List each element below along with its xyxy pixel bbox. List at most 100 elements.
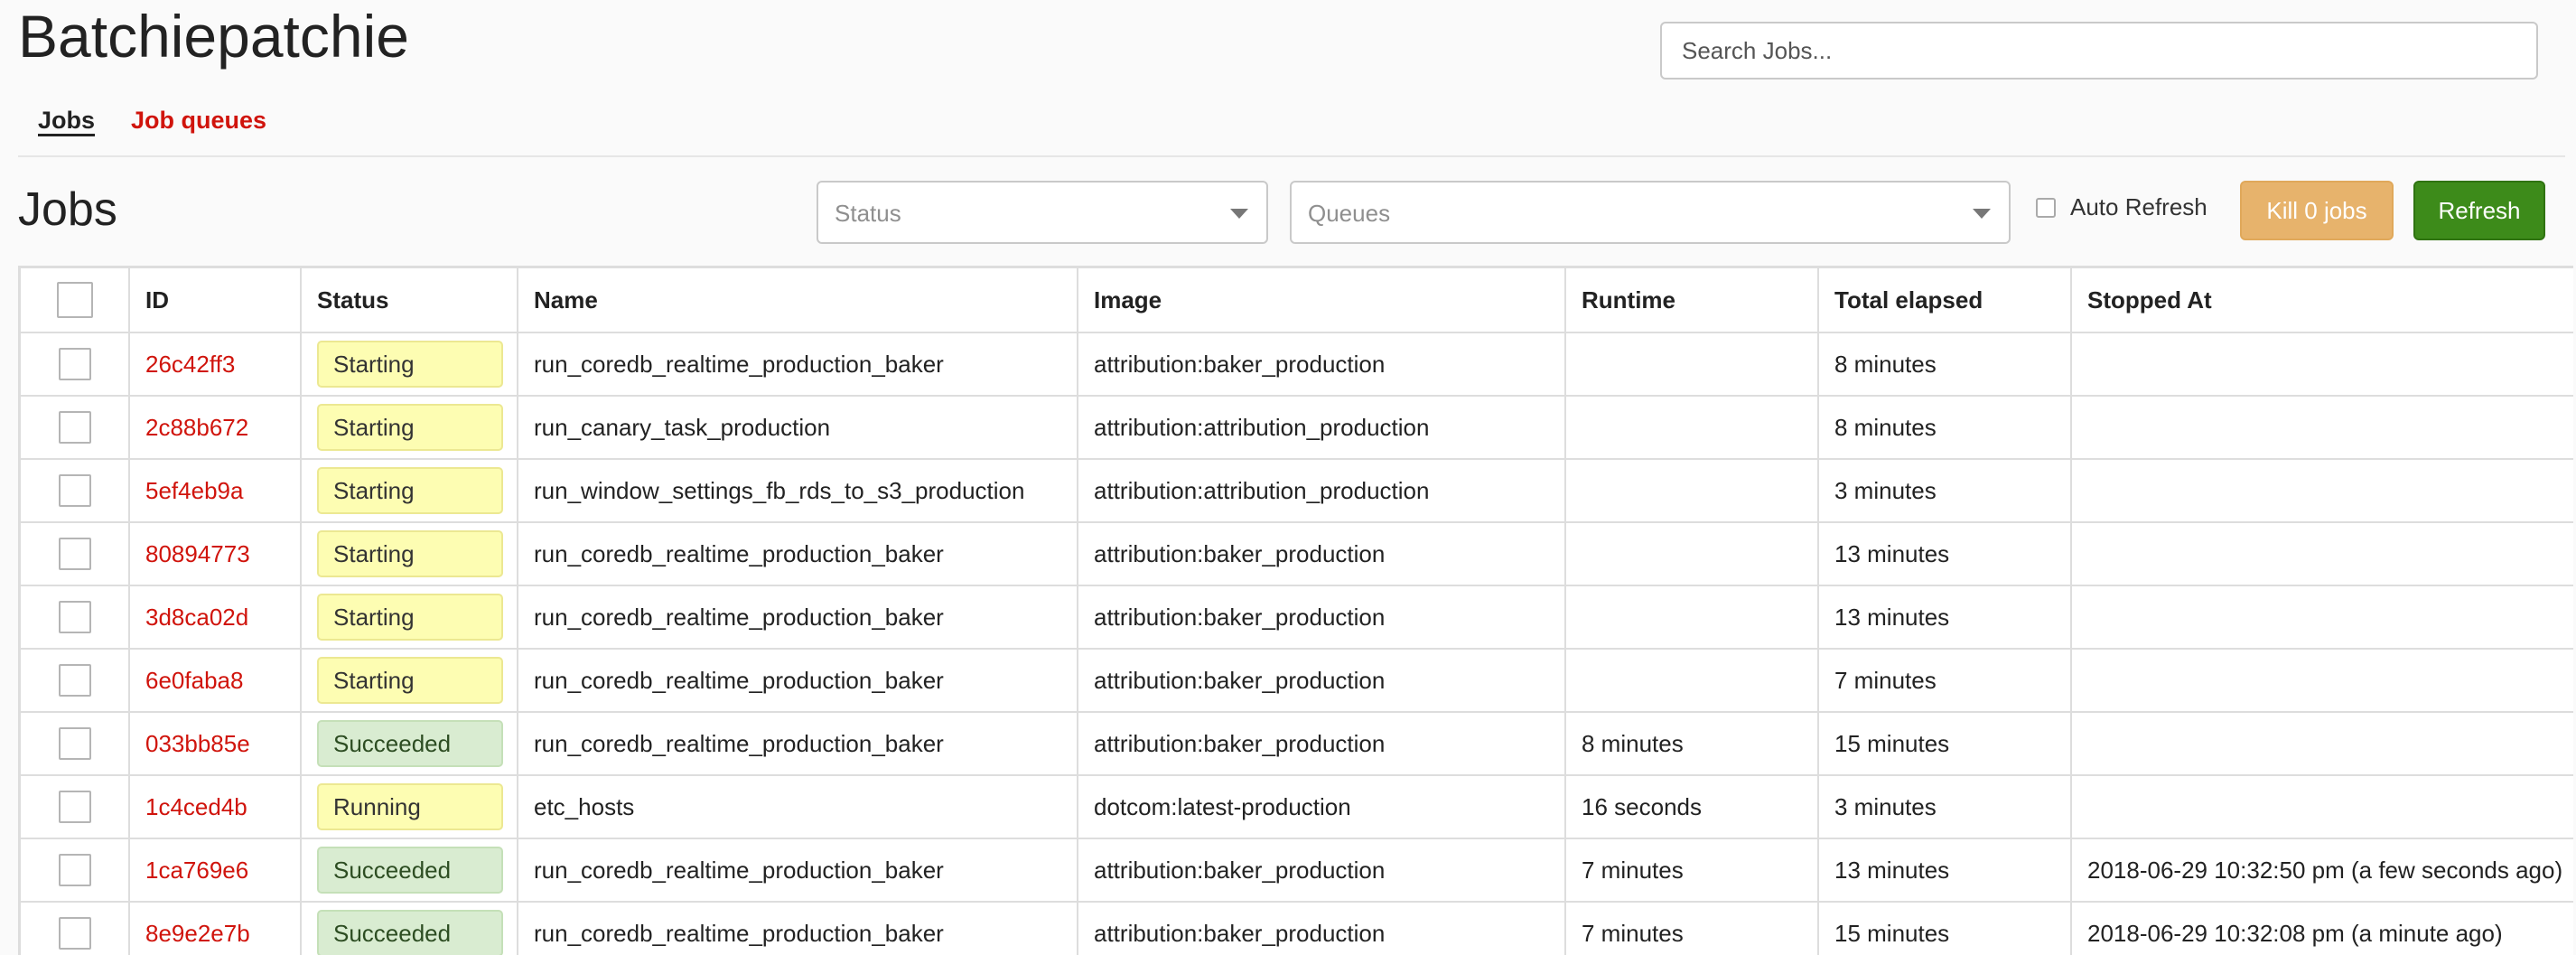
row-select-checkbox[interactable] <box>58 854 91 886</box>
job-total-elapsed-cell: 7 minutes <box>1818 649 2072 713</box>
job-runtime-cell: 16 seconds <box>1565 775 1819 839</box>
row-select-checkbox[interactable] <box>58 411 91 444</box>
job-id-cell: 033bb85e <box>129 712 302 776</box>
job-id-cell: 2c88b672 <box>129 396 302 460</box>
column-header-name[interactable]: Name <box>518 268 1078 333</box>
auto-refresh-checkbox[interactable] <box>2036 197 2056 218</box>
job-id-link[interactable]: 6e0faba8 <box>145 667 243 694</box>
chevron-down-icon <box>1230 209 1248 219</box>
row-select-checkbox[interactable] <box>58 727 91 760</box>
nav-tab-job-queues[interactable]: Job queues <box>131 107 266 135</box>
row-select-checkbox[interactable] <box>58 664 91 697</box>
job-id-link[interactable]: 1ca769e6 <box>145 857 248 884</box>
job-total-elapsed-cell: 15 minutes <box>1818 712 2072 776</box>
search-box[interactable] <box>1660 22 2538 80</box>
job-image-cell: attribution:baker_production <box>1078 522 1566 586</box>
job-id-link[interactable]: 1c4ced4b <box>145 793 247 820</box>
job-status-cell: Starting <box>301 459 518 523</box>
job-stopped-at-cell <box>2071 332 2573 397</box>
table-row: 8e9e2e7b Succeeded run_coredb_realtime_pro… <box>21 902 2573 955</box>
job-stopped-at-cell: 2018-06-29 10:32:08 pm (a minute ago) <box>2071 902 2573 955</box>
row-select-checkbox[interactable] <box>58 791 91 823</box>
row-select-cell <box>21 522 130 586</box>
kill-jobs-button[interactable]: Kill 0 jobs <box>2240 181 2394 240</box>
job-name-cell: run_coredb_realtime_production_baker <box>518 585 1078 650</box>
queues-filter-placeholder: Queues <box>1308 200 1391 227</box>
row-select-cell <box>21 838 130 903</box>
status-badge: Starting <box>317 467 503 514</box>
job-status-cell: Starting <box>301 585 518 650</box>
job-stopped-at-cell <box>2071 649 2573 713</box>
job-id-link[interactable]: 80894773 <box>145 540 250 567</box>
job-id-link[interactable]: 3d8ca02d <box>145 604 248 631</box>
job-total-elapsed-cell: 8 minutes <box>1818 396 2072 460</box>
table-row: 1c4ced4b Running etc_hosts dotcom:latest-pr… <box>21 775 2573 839</box>
job-id-link[interactable]: 2c88b672 <box>145 414 248 441</box>
job-name-cell: run_coredb_realtime_production_baker <box>518 649 1078 713</box>
job-total-elapsed-cell: 13 minutes <box>1818 585 2072 650</box>
row-select-cell <box>21 585 130 650</box>
job-name-cell: run_coredb_realtime_production_baker <box>518 838 1078 903</box>
job-image-cell: attribution:baker_production <box>1078 649 1566 713</box>
jobs-table-body: 26c42ff3 Starting run_coredb_realtime_prod… <box>21 332 2573 955</box>
job-runtime-cell <box>1565 332 1819 397</box>
header-divider <box>18 155 2565 157</box>
select-all-checkbox[interactable] <box>56 282 93 318</box>
job-id-link[interactable]: 26c42ff3 <box>145 351 235 378</box>
job-runtime-cell <box>1565 459 1819 523</box>
queues-filter-select[interactable]: Queues <box>1290 181 2011 244</box>
table-row: 80894773 Starting run_coredb_realtime_prod… <box>21 522 2573 586</box>
job-image-cell: attribution:baker_production <box>1078 332 1566 397</box>
search-input[interactable] <box>1662 23 2536 78</box>
job-id-link[interactable]: 033bb85e <box>145 730 250 757</box>
row-select-checkbox[interactable] <box>58 348 91 380</box>
column-header-id[interactable]: ID <box>129 268 302 333</box>
status-badge: Starting <box>317 530 503 577</box>
job-runtime-cell: 7 minutes <box>1565 838 1819 903</box>
status-badge: Starting <box>317 594 503 641</box>
table-row: 5ef4eb9a Starting run_window_settings_fb_r… <box>21 459 2573 523</box>
job-runtime-cell: 7 minutes <box>1565 902 1819 955</box>
job-id-cell: 6e0faba8 <box>129 649 302 713</box>
job-id-cell: 80894773 <box>129 522 302 586</box>
row-select-checkbox[interactable] <box>58 538 91 570</box>
select-all-cell <box>21 268 130 333</box>
column-header-total-elapsed[interactable]: Total elapsed <box>1818 268 2072 333</box>
column-header-stopped-at[interactable]: Stopped At <box>2071 268 2573 333</box>
job-status-cell: Starting <box>301 332 518 397</box>
table-row: 1ca769e6 Succeeded run_coredb_realtime_pro… <box>21 838 2573 903</box>
row-select-checkbox[interactable] <box>58 917 91 950</box>
job-total-elapsed-cell: 3 minutes <box>1818 459 2072 523</box>
job-status-cell: Starting <box>301 649 518 713</box>
row-select-cell <box>21 332 130 397</box>
status-filter-select[interactable]: Status <box>817 181 1268 244</box>
table-header-row: ID Status Name Image Runtime Total elaps… <box>21 268 2573 333</box>
jobs-table: ID Status Name Image Runtime Total elaps… <box>21 268 2573 955</box>
refresh-button[interactable]: Refresh <box>2413 181 2545 240</box>
row-select-cell <box>21 712 130 776</box>
job-status-cell: Running <box>301 775 518 839</box>
row-select-checkbox[interactable] <box>58 474 91 507</box>
job-stopped-at-cell <box>2071 775 2573 839</box>
column-header-image[interactable]: Image <box>1078 268 1566 333</box>
table-row: 6e0faba8 Starting run_coredb_realtime_prod… <box>21 649 2573 713</box>
job-stopped-at-cell: 2018-06-29 10:32:50 pm (a few seconds ag… <box>2071 838 2573 903</box>
column-header-runtime[interactable]: Runtime <box>1565 268 1819 333</box>
table-row: 26c42ff3 Starting run_coredb_realtime_prod… <box>21 332 2573 397</box>
job-name-cell: etc_hosts <box>518 775 1078 839</box>
column-header-status[interactable]: Status <box>301 268 518 333</box>
auto-refresh-toggle[interactable]: Auto Refresh <box>2036 193 2207 221</box>
job-id-link[interactable]: 8e9e2e7b <box>145 920 250 947</box>
row-select-checkbox[interactable] <box>58 601 91 633</box>
job-image-cell: attribution:baker_production <box>1078 712 1566 776</box>
job-runtime-cell: 8 minutes <box>1565 712 1819 776</box>
job-id-link[interactable]: 5ef4eb9a <box>145 477 243 504</box>
job-image-cell: attribution:attribution_production <box>1078 459 1566 523</box>
chevron-down-icon <box>1973 209 1991 219</box>
job-name-cell: run_coredb_realtime_production_baker <box>518 902 1078 955</box>
nav-tab-jobs[interactable]: Jobs <box>38 107 95 135</box>
job-name-cell: run_coredb_realtime_production_baker <box>518 522 1078 586</box>
job-stopped-at-cell <box>2071 459 2573 523</box>
status-badge: Succeeded <box>317 720 503 767</box>
job-status-cell: Succeeded <box>301 902 518 955</box>
